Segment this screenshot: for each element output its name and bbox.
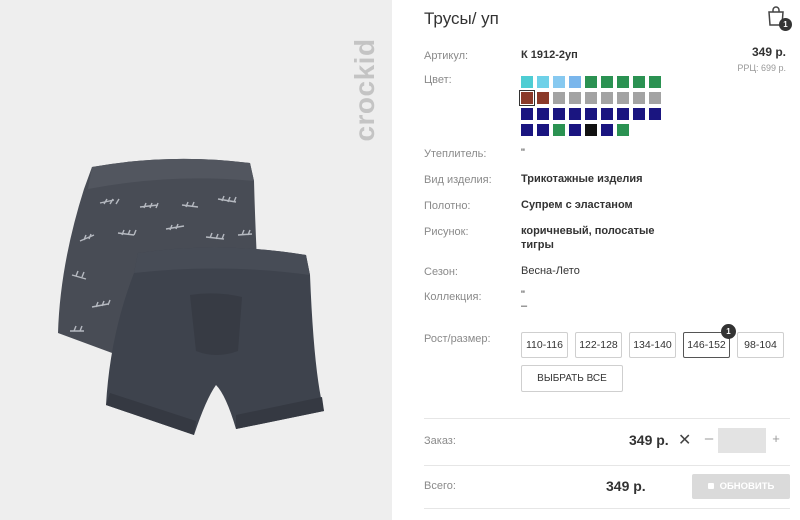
- color-swatch[interactable]: [585, 76, 597, 88]
- color-swatch[interactable]: [521, 108, 533, 120]
- color-swatch[interactable]: [553, 108, 565, 120]
- color-swatch[interactable]: [521, 76, 533, 88]
- pattern-label: Рисунок:: [424, 226, 469, 238]
- color-swatch[interactable]: [537, 108, 549, 120]
- increment-button[interactable]: +: [769, 431, 783, 446]
- size-option-110-116[interactable]: 110-116: [521, 332, 568, 358]
- recommended-price: РРЦ: 699 р.: [737, 63, 786, 73]
- article-value: К 1912-2уп: [521, 49, 578, 61]
- cart-count-badge: 1: [779, 18, 792, 31]
- fabric-label: Полотно:: [424, 200, 471, 212]
- product-page: crockid Трусы/ уп 1 Артикул: К 1912-2уп …: [0, 0, 800, 520]
- divider: [424, 465, 790, 466]
- fabric-value: Супрем с эластаном: [521, 199, 633, 211]
- update-button-label: ОБНОВИТЬ: [719, 481, 775, 492]
- cart-icon: [707, 483, 714, 489]
- color-swatch[interactable]: [601, 76, 613, 88]
- season-label: Сезон:: [424, 266, 458, 278]
- color-swatch[interactable]: [537, 124, 549, 136]
- color-swatch[interactable]: [633, 76, 645, 88]
- color-swatch[interactable]: [585, 108, 597, 120]
- pattern-value-line-2: тигры: [521, 239, 554, 251]
- color-swatch[interactable]: [601, 108, 613, 120]
- divider: [424, 508, 790, 509]
- color-swatch[interactable]: [521, 124, 533, 136]
- size-option-98-104[interactable]: 98-104: [737, 332, 784, 358]
- color-swatch[interactable]: [633, 92, 645, 104]
- color-swatch[interactable]: [553, 76, 565, 88]
- total-label: Всего:: [424, 480, 456, 492]
- color-swatch[interactable]: [585, 92, 597, 104]
- color-swatch[interactable]: [617, 108, 629, 120]
- update-button[interactable]: ОБНОВИТЬ: [692, 474, 790, 499]
- product-image[interactable]: crockid: [0, 0, 392, 520]
- color-swatch[interactable]: [617, 124, 629, 136]
- color-swatch[interactable]: [649, 76, 661, 88]
- color-swatch[interactable]: [601, 124, 613, 136]
- solid-boxer-image: [106, 247, 324, 435]
- size-label: Рост/размер:: [424, 333, 491, 345]
- color-swatch[interactable]: [601, 92, 613, 104]
- color-swatch[interactable]: [569, 124, 581, 136]
- color-swatch[interactable]: [553, 92, 565, 104]
- season-value: Весна-Лето: [521, 265, 580, 277]
- boxer-briefs-illustration: [58, 158, 324, 435]
- total-price: 349 р.: [606, 478, 646, 494]
- color-swatch[interactable]: [617, 76, 629, 88]
- insulation-label: Утеплитель:: [424, 148, 487, 160]
- size-option-122-128[interactable]: 122-128: [575, 332, 622, 358]
- insulation-value: ": [521, 147, 525, 159]
- color-swatch[interactable]: [585, 124, 597, 136]
- color-swatch[interactable]: [617, 92, 629, 104]
- color-swatch[interactable]: [569, 76, 581, 88]
- size-option-label: 146-152: [687, 339, 726, 351]
- brand-logo: crockid: [349, 38, 380, 142]
- color-swatch[interactable]: [519, 90, 535, 106]
- select-all-button[interactable]: ВЫБРАТЬ ВСЕ: [521, 365, 623, 392]
- color-swatch[interactable]: [649, 92, 661, 104]
- size-option-134-140[interactable]: 134-140: [629, 332, 676, 358]
- color-swatch[interactable]: [569, 92, 581, 104]
- quantity-input[interactable]: [718, 428, 766, 453]
- color-swatch[interactable]: [553, 124, 565, 136]
- product-type-label: Вид изделия:: [424, 174, 492, 186]
- article-label: Артикул:: [424, 50, 469, 62]
- product-price: 349 р.: [751, 45, 786, 59]
- size-option-146-152[interactable]: 146-152 1: [683, 324, 736, 358]
- color-swatch[interactable]: [649, 108, 661, 120]
- cart-button[interactable]: 1: [766, 5, 792, 31]
- color-swatch[interactable]: [537, 92, 549, 104]
- divider: [424, 418, 790, 419]
- color-swatch[interactable]: [569, 108, 581, 120]
- order-price: 349 р.: [629, 432, 669, 448]
- remove-icon[interactable]: ✕: [678, 430, 691, 450]
- color-label: Цвет:: [424, 74, 452, 86]
- order-label: Заказ:: [424, 435, 456, 447]
- product-title: Трусы/ уп: [424, 9, 499, 28]
- color-swatch[interactable]: [537, 76, 549, 88]
- pattern-value-line-1: коричневый, полосатые: [521, 225, 655, 237]
- collection-label: Коллекция:: [424, 291, 482, 303]
- color-swatch[interactable]: [633, 108, 645, 120]
- size-count-badge: 1: [721, 324, 736, 339]
- decrement-button[interactable]: –: [701, 430, 717, 447]
- product-type-value: Трикотажные изделия: [521, 173, 643, 185]
- collection-value-line-2: –: [521, 300, 528, 312]
